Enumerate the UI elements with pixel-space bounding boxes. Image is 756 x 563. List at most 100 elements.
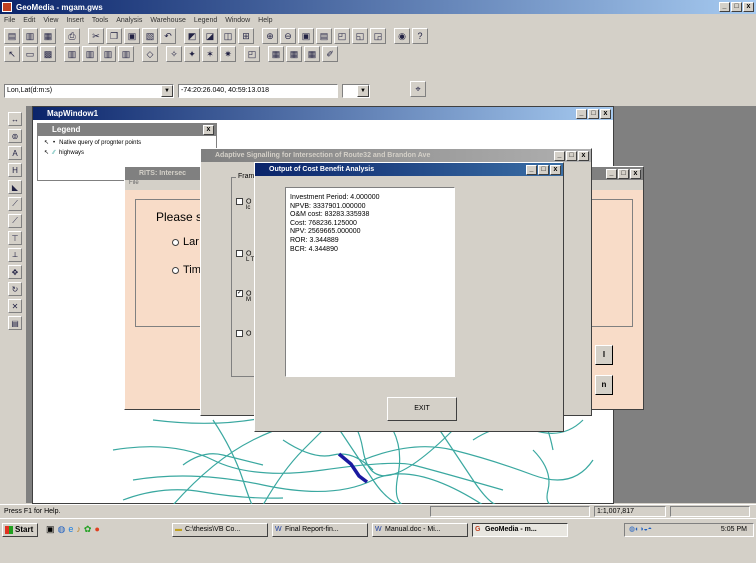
legend-entry[interactable]: ↖ ∕∕ highways xyxy=(38,149,216,157)
precision-coordinates-icon[interactable]: ⌖ xyxy=(410,81,426,97)
settings-icon[interactable]: ✿ xyxy=(84,524,92,535)
zoom-out-icon[interactable]: ⊖ xyxy=(280,28,296,44)
analysis-4-icon[interactable]: ✐ xyxy=(322,46,338,62)
menu-window[interactable]: Window xyxy=(225,17,250,24)
adaptive-checkbox-3[interactable]: ✓ O M xyxy=(236,290,251,303)
insert-point-icon[interactable]: ✧ xyxy=(166,46,182,62)
tray-icons[interactable]: ◍◐◑◒◓ xyxy=(629,524,652,536)
refresh-icon[interactable]: ◲ xyxy=(370,28,386,44)
menu-view[interactable]: View xyxy=(43,17,58,24)
rotate-icon[interactable]: ↻ xyxy=(8,282,22,296)
query-icon[interactable]: ◫ xyxy=(220,28,236,44)
grid-4-icon[interactable]: ▥ xyxy=(118,46,134,62)
coordinate-format-select[interactable]: Lon,Lat(d:m:s) ▼ xyxy=(4,84,174,98)
chevron-down-icon[interactable]: ▼ xyxy=(357,85,369,97)
analysis-3-icon[interactable]: ▦ xyxy=(304,46,320,62)
divider-tool-1-icon[interactable]: ◣ xyxy=(8,180,22,194)
select-set-icon[interactable]: ▩ xyxy=(40,46,56,62)
rits-button-2[interactable]: n xyxy=(595,375,613,395)
insert-text-icon[interactable]: ✷ xyxy=(220,46,236,62)
close-button[interactable]: x xyxy=(630,169,641,179)
properties-icon[interactable]: ◉ xyxy=(394,28,410,44)
layer-icon[interactable]: ◩ xyxy=(184,28,200,44)
menu-warehouse[interactable]: Warehouse xyxy=(150,17,186,24)
minimize-button[interactable]: _ xyxy=(554,151,565,161)
fit-all-icon[interactable]: ▣ xyxy=(298,28,314,44)
print-icon[interactable]: ⎙ xyxy=(64,28,80,44)
save-icon[interactable]: ▦ xyxy=(40,28,56,44)
select-pointer-icon[interactable]: ↖ xyxy=(4,46,20,62)
undo-icon[interactable]: ↶ xyxy=(160,28,176,44)
analysis-2-icon[interactable]: ▦ xyxy=(286,46,302,62)
maximize-button[interactable]: □ xyxy=(566,151,577,161)
maximize-button[interactable]: □ xyxy=(588,109,599,119)
adaptive-checkbox-4[interactable]: O xyxy=(236,330,251,337)
filter-icon[interactable]: ⊞ xyxy=(238,28,254,44)
maximize-button[interactable]: □ xyxy=(618,169,629,179)
close-button[interactable]: x xyxy=(600,109,611,119)
vertex-icon[interactable]: ◇ xyxy=(142,46,158,62)
ie-icon[interactable]: e xyxy=(68,524,73,535)
coordinate-readout[interactable]: -74:20:26.040, 40:59:13.018 xyxy=(178,84,338,98)
trim-icon[interactable]: ⊤ xyxy=(8,231,22,245)
zoom-in-icon[interactable]: ⊕ xyxy=(262,28,278,44)
maximize-button[interactable]: □ xyxy=(731,2,742,12)
extend-icon[interactable]: ⟂ xyxy=(8,248,22,262)
adaptive-checkbox-1[interactable]: Olc xyxy=(236,198,251,211)
minimize-button[interactable]: _ xyxy=(526,165,537,175)
close-button[interactable]: x xyxy=(578,151,589,161)
menu-file[interactable]: File xyxy=(4,17,15,24)
task-button[interactable]: ▬ C:\thesis\VB Co... xyxy=(172,523,268,537)
close-button[interactable]: x xyxy=(203,125,214,135)
edit-geometry-icon[interactable]: ◰ xyxy=(244,46,260,62)
task-button[interactable]: W Manual.doc - Mi... xyxy=(372,523,468,537)
adaptive-checkbox-2[interactable]: OL T xyxy=(236,250,254,263)
close-button[interactable]: x xyxy=(550,165,561,175)
draw-line-icon[interactable]: ⟋ xyxy=(8,197,22,211)
split-icon[interactable]: ▤ xyxy=(8,316,22,330)
measure-icon[interactable]: A xyxy=(8,146,22,160)
insert-area-icon[interactable]: ✶ xyxy=(202,46,218,62)
zoom-tool-icon[interactable]: ⊚ xyxy=(8,129,22,143)
misc-icon[interactable]: ● xyxy=(94,524,99,535)
style-icon[interactable]: ◪ xyxy=(202,28,218,44)
cut-icon[interactable]: ✂ xyxy=(88,28,104,44)
coordinate-dropdown[interactable]: ▼ xyxy=(342,84,370,98)
select-window-icon[interactable]: ▭ xyxy=(22,46,38,62)
draw-area-icon[interactable]: ⟋ xyxy=(8,214,22,228)
legend-entry[interactable]: ↖ • Native query of prognter points xyxy=(38,139,216,147)
media-icon[interactable]: ♪ xyxy=(76,524,81,535)
menu-edit[interactable]: Edit xyxy=(23,17,35,24)
results-textbox[interactable]: Investment Period: 4.000000 NPVB: 333790… xyxy=(285,187,455,377)
new-icon[interactable]: ▤ xyxy=(4,28,20,44)
rits-option-1[interactable]: Lar xyxy=(172,236,199,248)
menu-tools[interactable]: Tools xyxy=(92,17,108,24)
rits-option-2[interactable]: Tim xyxy=(172,264,201,276)
menu-legend[interactable]: Legend xyxy=(194,17,217,24)
minimize-button[interactable]: _ xyxy=(576,109,587,119)
desktop-icon[interactable]: ▣ xyxy=(46,524,55,535)
menu-analysis[interactable]: Analysis xyxy=(116,17,142,24)
pan-icon[interactable]: ↔ xyxy=(8,112,22,126)
grid-2-icon[interactable]: ▥ xyxy=(82,46,98,62)
insert-line-icon[interactable]: ✦ xyxy=(184,46,200,62)
rits-button-1[interactable]: l xyxy=(595,345,613,365)
snap-icon[interactable]: H xyxy=(8,163,22,177)
copy-icon[interactable]: ❐ xyxy=(106,28,122,44)
open-icon[interactable]: ▥ xyxy=(22,28,38,44)
exit-button[interactable]: EXIT xyxy=(387,397,457,421)
fit-window-icon[interactable]: ▤ xyxy=(316,28,332,44)
menu-insert[interactable]: Insert xyxy=(66,17,84,24)
delete-feature-icon[interactable]: ✕ xyxy=(8,299,22,313)
grid-1-icon[interactable]: ▥ xyxy=(64,46,80,62)
help-pointer-icon[interactable]: ? xyxy=(412,28,428,44)
maximize-button[interactable]: □ xyxy=(538,165,549,175)
menu-help[interactable]: Help xyxy=(258,17,272,24)
grid-3-icon[interactable]: ▥ xyxy=(100,46,116,62)
paste-icon[interactable]: ▣ xyxy=(124,28,140,44)
task-button[interactable]: W Final Report-fin... xyxy=(272,523,368,537)
chevron-down-icon[interactable]: ▼ xyxy=(161,85,173,97)
next-view-icon[interactable]: ◱ xyxy=(352,28,368,44)
previous-view-icon[interactable]: ◰ xyxy=(334,28,350,44)
move-icon[interactable]: ✥ xyxy=(8,265,22,279)
